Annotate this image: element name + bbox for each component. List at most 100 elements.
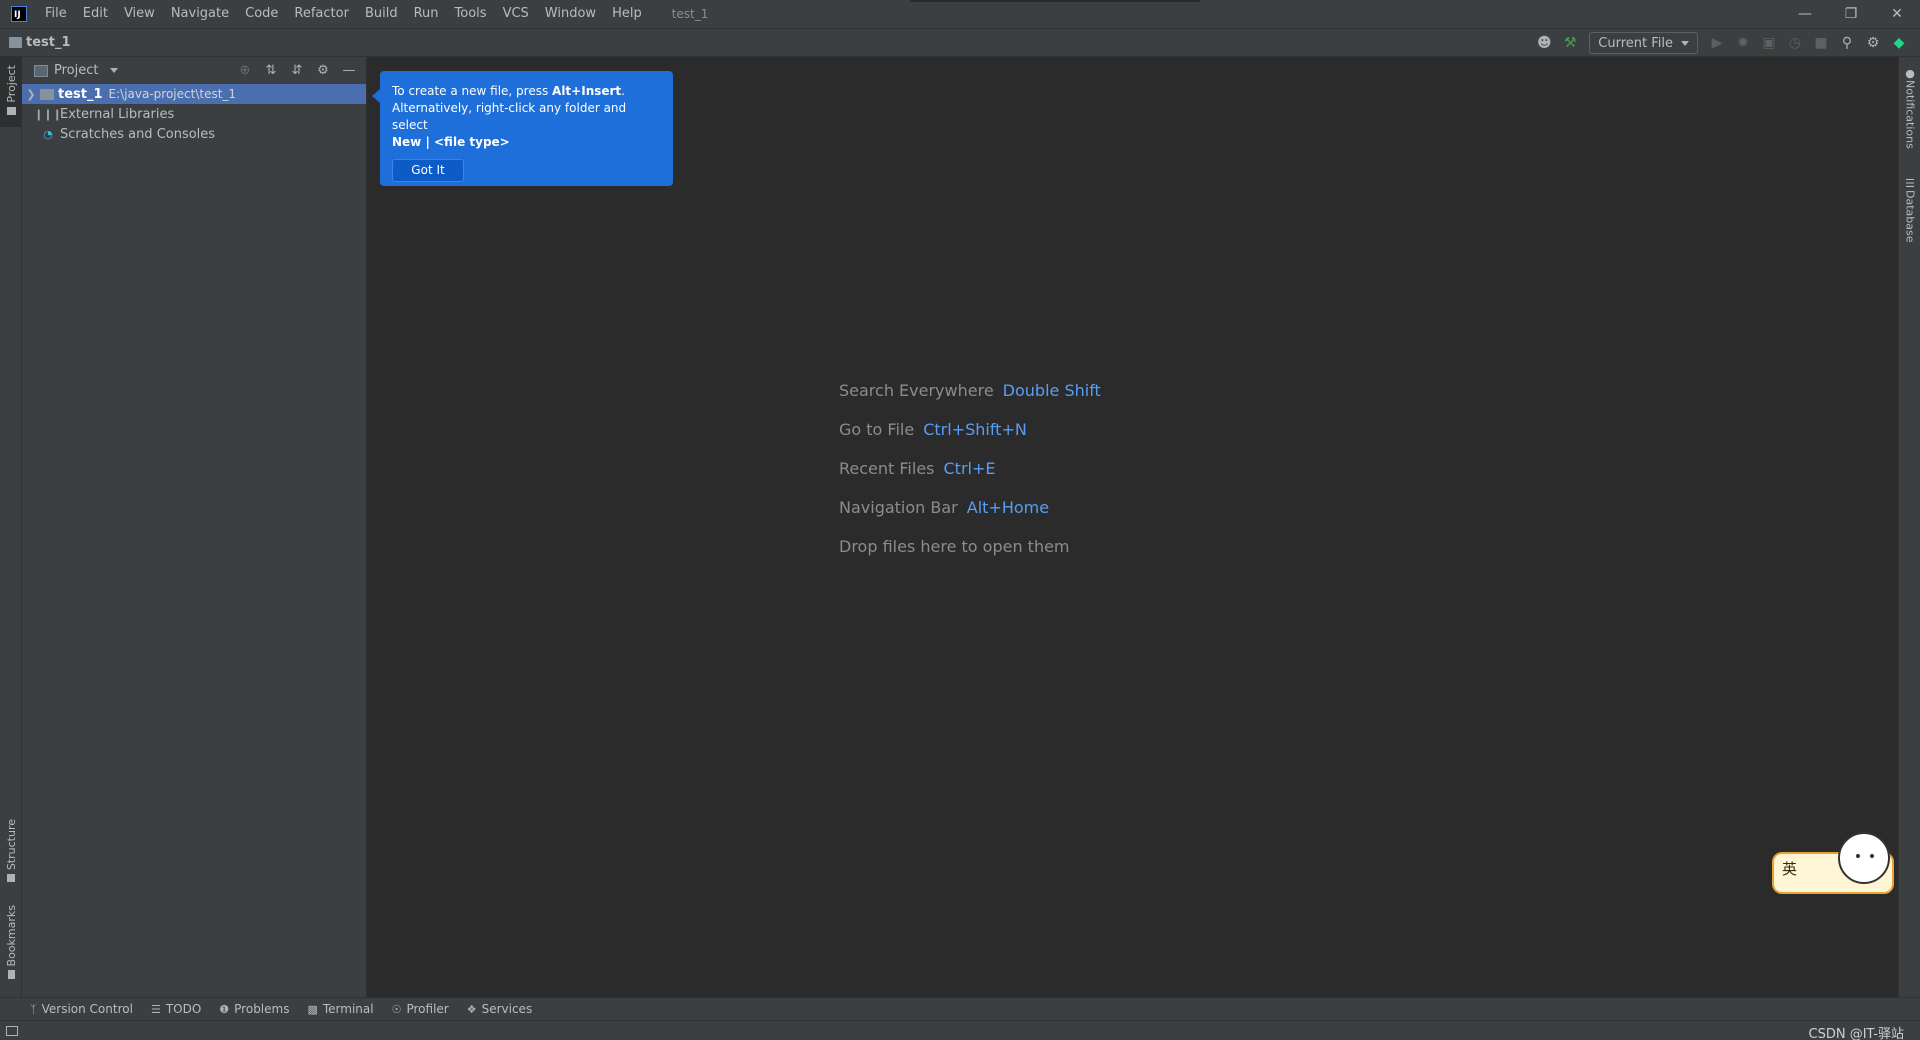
menu-edit[interactable]: Edit xyxy=(75,0,116,28)
tool-tab-project[interactable]: Project xyxy=(0,57,22,127)
balloon-menu-path: New | <file type> xyxy=(392,135,510,149)
toggle-tool-windows-icon[interactable] xyxy=(6,1025,18,1036)
branch-icon: ᛉ xyxy=(30,1002,37,1016)
stop-icon[interactable]: ■ xyxy=(1808,32,1834,54)
window-controls: — ❐ ✕ xyxy=(1782,0,1920,28)
menu-tools[interactable]: Tools xyxy=(447,0,495,28)
balloon-line-3: New | <file type> xyxy=(392,134,661,151)
balloon-text: . xyxy=(621,84,625,98)
empty-editor-hints: Search Everywhere Double Shift Go to Fil… xyxy=(839,371,1101,566)
window-title: test_1 xyxy=(671,7,709,21)
project-view-title[interactable]: Project xyxy=(54,63,98,78)
breadcrumb-project: test_1 xyxy=(26,35,71,50)
debug-icon[interactable]: ✹ xyxy=(1730,32,1756,54)
project-panel-toolbar: ⊕ ⇅ ⇵ ⚙ — xyxy=(232,57,362,84)
build-hammer-icon[interactable]: ⚒ xyxy=(1557,32,1583,54)
tree-item-project-root[interactable]: ❯ test_1 E:\java-project\test_1 xyxy=(22,84,366,104)
hint-shortcut: Alt+Home xyxy=(966,498,1050,517)
menu-help[interactable]: Help xyxy=(604,0,650,28)
info-circle-icon: ❶ xyxy=(219,1002,230,1016)
breadcrumb[interactable]: test_1 xyxy=(9,35,71,50)
right-tool-strip: ● Notifications ☰ Database xyxy=(1898,57,1920,997)
scratches-icon: ◔ xyxy=(43,127,53,141)
tool-tab-label: TODO xyxy=(165,1002,202,1016)
profiler-icon: ☉ xyxy=(391,1002,402,1016)
editor-area[interactable]: Search Everywhere Double Shift Go to Fil… xyxy=(368,57,1898,997)
profile-icon[interactable]: ◷ xyxy=(1782,32,1808,54)
tool-tab-notifications[interactable]: ● Notifications xyxy=(1899,67,1920,167)
folder-icon xyxy=(6,106,16,115)
tool-tab-problems[interactable]: ❶ Problems xyxy=(219,1002,289,1016)
library-icon: ❙❙❙ xyxy=(34,107,62,121)
bell-icon: ● xyxy=(1905,67,1915,80)
tool-tab-services[interactable]: ❖ Services xyxy=(467,1002,532,1016)
tool-tab-todo[interactable]: ☰ TODO xyxy=(151,1002,201,1016)
hint-shortcut: Double Shift xyxy=(1002,381,1101,400)
locate-icon[interactable]: ⊕ xyxy=(232,61,258,81)
terminal-icon: ▩ xyxy=(307,1002,318,1016)
intellij-logo-icon[interactable]: IJ xyxy=(11,6,27,22)
project-root-path: E:\java-project\test_1 xyxy=(108,87,237,101)
navigation-bar: test_1 ☻ ⚒ Current File ▶ ✹ ▣ ◷ ■ ⚲ ⚙ ◆ xyxy=(0,28,1920,57)
project-folder-icon xyxy=(9,37,22,48)
collapse-all-icon[interactable]: ⇵ xyxy=(284,61,310,81)
minimize-icon[interactable]: — xyxy=(1782,0,1828,28)
menu-run[interactable]: Run xyxy=(406,0,447,28)
chevron-right-icon[interactable]: ❯ xyxy=(22,88,40,101)
tool-tab-structure[interactable]: Structure xyxy=(0,819,22,899)
chevron-down-icon xyxy=(1681,40,1689,46)
hint-go-to-file: Go to File Ctrl+Shift+N xyxy=(839,410,1101,449)
toolbox-icon[interactable]: ◆ xyxy=(1886,32,1912,54)
menu-window[interactable]: Window xyxy=(537,0,604,28)
tree-item-label: Scratches and Consoles xyxy=(60,126,216,142)
tree-item-external-libraries[interactable]: ❙❙❙ External Libraries xyxy=(22,104,366,124)
mascot-eye xyxy=(1870,854,1874,858)
tool-tab-project-label: Project xyxy=(4,65,18,103)
mascot-eye xyxy=(1856,854,1860,858)
bookmark-icon xyxy=(7,970,15,980)
balloon-text: To create a new file, press xyxy=(392,84,553,98)
tool-tab-structure-label: Structure xyxy=(4,819,18,871)
run-configuration-select[interactable]: Current File xyxy=(1589,32,1698,54)
tree-item-label: External Libraries xyxy=(60,106,175,122)
chevron-down-icon[interactable] xyxy=(110,68,119,73)
tool-tab-label: Services xyxy=(481,1002,533,1016)
coverage-icon[interactable]: ▣ xyxy=(1756,32,1782,54)
settings-icon[interactable]: ⚙ xyxy=(1860,32,1886,54)
ime-mode-label: 英 xyxy=(1782,860,1798,878)
hint-shortcut: Ctrl+Shift+N xyxy=(923,420,1027,439)
tree-item-scratches[interactable]: ◔ Scratches and Consoles xyxy=(22,124,366,144)
expand-all-icon[interactable]: ⇅ xyxy=(258,61,284,81)
menu-view[interactable]: View xyxy=(116,0,163,28)
toolbar-right: ☻ ⚒ Current File ▶ ✹ ▣ ◷ ■ ⚲ ⚙ ◆ xyxy=(1531,29,1912,57)
tool-tab-label: Problems xyxy=(234,1002,290,1016)
menu-file[interactable]: File xyxy=(37,0,75,28)
user-icon[interactable]: ☻ xyxy=(1531,32,1557,54)
list-icon: ☰ xyxy=(150,1002,161,1016)
balloon-line-1: To create a new file, press Alt+Insert. xyxy=(392,83,661,100)
menu-vcs[interactable]: VCS xyxy=(495,0,537,28)
hide-icon[interactable]: — xyxy=(336,61,362,81)
services-icon: ❖ xyxy=(466,1002,477,1016)
hint-recent-files: Recent Files Ctrl+E xyxy=(839,449,1101,488)
menu-code[interactable]: Code xyxy=(237,0,286,28)
status-bar: CSDN @IT-驿站 xyxy=(0,1020,1920,1040)
tool-tab-database[interactable]: ☰ Database xyxy=(1899,177,1920,257)
restore-icon[interactable]: ❐ xyxy=(1828,0,1874,28)
menu-build[interactable]: Build xyxy=(357,0,406,28)
gear-icon[interactable]: ⚙ xyxy=(310,61,336,81)
tool-tab-terminal[interactable]: ▩ Terminal xyxy=(307,1002,373,1016)
logo-text: IJ xyxy=(14,10,21,20)
close-icon[interactable]: ✕ xyxy=(1874,0,1920,28)
tool-tab-bookmarks[interactable]: Bookmarks xyxy=(0,905,22,995)
run-icon[interactable]: ▶ xyxy=(1704,32,1730,54)
tool-tab-label: Profiler xyxy=(406,1002,449,1016)
menu-refactor[interactable]: Refactor xyxy=(286,0,357,28)
ime-status-widget[interactable]: 英 xyxy=(1772,832,1900,896)
hint-label: Go to File xyxy=(839,420,915,439)
got-it-button[interactable]: Got It xyxy=(392,159,464,182)
tool-tab-version-control[interactable]: ᛉ Version Control xyxy=(30,1002,133,1016)
menu-navigate[interactable]: Navigate xyxy=(163,0,237,28)
tool-tab-profiler[interactable]: ☉ Profiler xyxy=(392,1002,449,1016)
search-icon[interactable]: ⚲ xyxy=(1834,32,1860,54)
